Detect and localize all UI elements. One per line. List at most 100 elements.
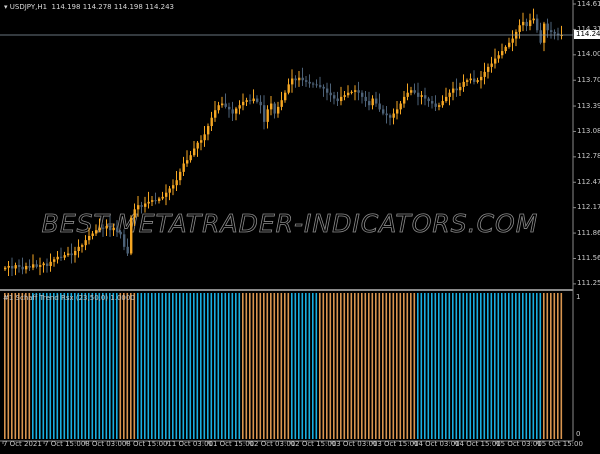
candle-body xyxy=(175,180,178,186)
candle-body xyxy=(63,255,66,258)
candle-body xyxy=(508,42,511,47)
candle-body xyxy=(448,92,451,97)
indicator-bar-down xyxy=(221,293,223,439)
candle-body xyxy=(529,20,532,27)
indicator-bar-down xyxy=(109,293,111,439)
candle-body xyxy=(459,86,462,91)
indicator-bar-up xyxy=(284,293,286,439)
indicator-bar-down xyxy=(189,293,192,439)
candle-body xyxy=(553,31,556,34)
indicator-bar-down xyxy=(518,293,521,439)
candle-body xyxy=(382,109,385,114)
candle-body xyxy=(340,96,343,102)
indicator-bar-up xyxy=(277,293,279,439)
indicator-bar-down xyxy=(35,293,38,439)
candle-body xyxy=(550,30,553,32)
indicator-bar-down xyxy=(455,293,458,439)
candle-body xyxy=(95,230,98,234)
chart-window[interactable]: BEST-METATRADER-INDICATORS.COM ▾ USDJPY,… xyxy=(0,0,600,450)
candle-body xyxy=(242,101,245,106)
candle-body xyxy=(74,250,77,256)
candle-body xyxy=(525,21,528,27)
indicator-bar-down xyxy=(84,293,87,439)
candle-body xyxy=(123,234,126,247)
indicator-bar-up xyxy=(266,293,269,439)
indicator-bar-up xyxy=(280,293,283,439)
indicator-bar-down xyxy=(175,293,178,439)
candle-body xyxy=(375,98,378,104)
indicator-bar-down xyxy=(196,293,199,439)
candle-body xyxy=(483,71,486,77)
candle-body xyxy=(179,171,182,181)
indicator-bar-up xyxy=(347,293,349,439)
indicator-bar-up xyxy=(263,293,265,439)
price-tick-label: 112.780 xyxy=(577,152,600,161)
indicator-bar-down xyxy=(308,293,311,439)
indicator-bar-down xyxy=(438,293,440,439)
chart-canvas[interactable]: BEST-METATRADER-INDICATORS.COM xyxy=(0,0,600,450)
indicator-bar-down xyxy=(459,293,461,439)
price-tick-label: 114.615 xyxy=(577,0,600,8)
indicator-bar-up xyxy=(413,293,416,439)
indicator-bar-down xyxy=(420,293,423,439)
collapse-triangle-icon[interactable]: ▾ xyxy=(4,3,8,11)
indicator-bar-down xyxy=(501,293,503,439)
candle-body xyxy=(371,98,374,106)
indicator-bar-up xyxy=(270,293,272,439)
indicator-bar-down xyxy=(291,293,293,439)
candle-body xyxy=(431,101,434,104)
price-tick-label: 111.865 xyxy=(577,228,600,237)
candle-body xyxy=(186,160,189,164)
indicator-bar-down xyxy=(46,293,48,439)
time-tick-label: 15 Oct 15:00 xyxy=(537,440,583,448)
candle-body xyxy=(21,266,24,270)
indicator-bar-down xyxy=(102,293,104,439)
indicator-bar-down xyxy=(301,293,304,439)
indicator-bar-down xyxy=(39,293,41,439)
candle-body xyxy=(105,225,108,229)
candle-body xyxy=(270,103,273,110)
candle-body xyxy=(53,259,56,262)
candle-body xyxy=(438,105,441,107)
candle-body xyxy=(364,96,367,102)
indicator-bar-down xyxy=(434,293,437,439)
symbol-label: USDJPY,H1 xyxy=(9,3,48,11)
indicator-bar-up xyxy=(343,293,346,439)
price-tick-label: 114.005 xyxy=(577,50,600,59)
candle-body xyxy=(539,30,542,43)
candle-body xyxy=(543,23,546,43)
indicator-bar-up xyxy=(14,293,17,439)
candle-body xyxy=(4,267,7,270)
indicator-bar-up xyxy=(11,293,13,439)
candle-body xyxy=(224,103,227,107)
indicator-bar-down xyxy=(417,293,419,439)
indicator-bar-down xyxy=(445,293,447,439)
indicator-bar-down xyxy=(494,293,496,439)
candle-body xyxy=(532,18,535,21)
candle-body xyxy=(434,103,437,107)
candle-body xyxy=(67,253,70,256)
candle-body xyxy=(161,196,164,199)
time-tick-label: 8 Oct 03:00 xyxy=(85,440,127,448)
indicator-bar-down xyxy=(67,293,69,439)
candle-body xyxy=(417,92,420,97)
indicator-bar-down xyxy=(305,293,307,439)
indicator-bar-up xyxy=(319,293,321,439)
ohlc-readout: 114.198 114.278 114.198 114.243 xyxy=(51,3,174,11)
candle-body xyxy=(7,265,10,268)
indicator-bar-up xyxy=(336,293,339,439)
indicator-bar-up xyxy=(333,293,335,439)
indicator-bar-down xyxy=(483,293,486,439)
indicator-bar-up xyxy=(382,293,384,439)
indicator-bar-down xyxy=(427,293,430,439)
indicator-bar-up xyxy=(354,293,356,439)
candle-body xyxy=(42,263,45,266)
indicator-bar-up xyxy=(543,293,545,439)
indicator-bar-up xyxy=(550,293,552,439)
candle-body xyxy=(14,265,17,269)
indicator-bar-down xyxy=(207,293,209,439)
indicator-bar-down xyxy=(515,293,517,439)
candle-body xyxy=(151,200,154,202)
candle-body xyxy=(28,265,31,268)
candle-body xyxy=(319,85,322,87)
